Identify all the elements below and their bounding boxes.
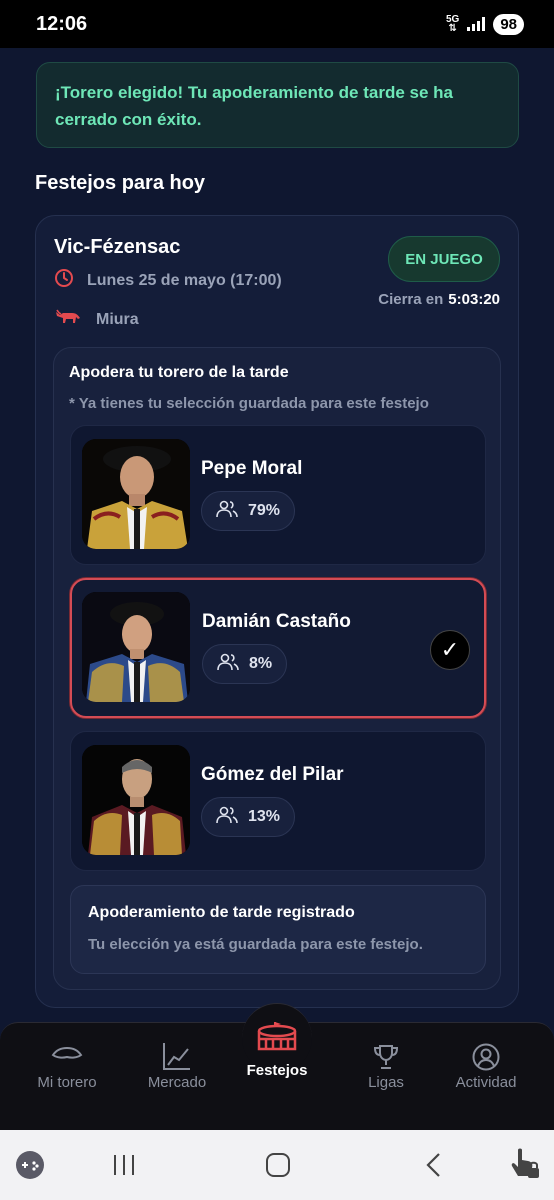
touch-lock-icon[interactable] (508, 1146, 540, 1185)
torero-photo (82, 592, 190, 702)
nav-label: Mercado (147, 1074, 207, 1091)
nav-label: Ligas (368, 1074, 404, 1091)
torero-photo (82, 439, 190, 549)
event-name: Vic-Fézensac (54, 236, 181, 258)
percent-value: 13% (248, 808, 281, 825)
nav-ligas[interactable]: Ligas (331, 1023, 441, 1131)
bottom-nav: Mi torero Mercado Festejos Ligas Activid… (0, 1003, 554, 1131)
percent-badge: 79% (201, 491, 296, 531)
recents-icon[interactable] (112, 1153, 136, 1182)
users-icon (216, 500, 238, 523)
network-5g-icon: 5G ⇅ (445, 14, 460, 34)
torero-name: Damián Castaño (202, 611, 351, 632)
network-label: 5G (445, 14, 460, 25)
signal-icon (467, 17, 486, 31)
pick-note: * Ya tienes tu selección guardada para e… (69, 395, 429, 412)
percent-value: 79% (248, 502, 281, 519)
event-date: Lunes 25 de mayo (17:00) (87, 271, 282, 289)
nav-label: Actividad (455, 1074, 517, 1091)
nav-label: Festejos (246, 1062, 308, 1079)
event-breed-row: Miura (54, 308, 139, 331)
torero-name: Pepe Moral (201, 458, 303, 479)
nav-actividad[interactable]: Actividad (431, 1023, 541, 1131)
torero-card-gomez-del-pilar[interactable]: Gómez del Pilar 13% (70, 731, 486, 871)
torero-name: Gómez del Pilar (201, 764, 344, 785)
status-time: 12:06 (36, 12, 88, 35)
percent-badge: 8% (202, 644, 288, 684)
event-date-row: Lunes 25 de mayo (17:00) (54, 268, 282, 293)
battery-icon: 98 (493, 13, 524, 35)
registered-box: Apoderamiento de tarde registrado Tu ele… (70, 885, 486, 974)
percent-value: 8% (249, 655, 273, 672)
users-icon (216, 806, 238, 829)
nav-label: Mi torero (37, 1074, 97, 1091)
torero-photo (82, 745, 190, 855)
bullring-icon (257, 1021, 297, 1060)
clock-icon (54, 268, 74, 293)
section-title: Festejos para hoy (35, 172, 206, 194)
nav-festejos[interactable]: Festejos (222, 1021, 332, 1131)
bull-icon (54, 308, 82, 331)
back-icon[interactable] (424, 1152, 444, 1183)
closes-row: Cierra en 5:03:20 (378, 291, 500, 308)
status-icons: 5G ⇅ 98 (445, 13, 524, 35)
users-icon (217, 653, 239, 676)
nav-mi-torero[interactable]: Mi torero (12, 1023, 122, 1131)
success-banner-text: ¡Torero elegido! Tu apoderamiento de tar… (55, 83, 453, 129)
gamepad-icon[interactable] (15, 1150, 45, 1185)
trophy-icon (372, 1043, 400, 1076)
pick-title: Apodera tu torero de la tarde (69, 364, 289, 381)
countdown: 5:03:20 (448, 291, 500, 308)
system-nav-bar (0, 1130, 554, 1200)
event-breed: Miura (96, 310, 139, 328)
status-bar: 12:06 5G ⇅ 98 (0, 0, 554, 48)
torero-card-pepe-moral[interactable]: Pepe Moral 79% (70, 425, 486, 565)
success-banner: ¡Torero elegido! Tu apoderamiento de tar… (36, 62, 519, 148)
nav-mercado[interactable]: Mercado (122, 1023, 232, 1131)
torero-card-damian-castano[interactable]: Damián Castaño 8% ✓ (70, 578, 486, 718)
pick-panel: Apodera tu torero de la tarde * Ya tiene… (53, 347, 501, 990)
percent-badge: 13% (201, 797, 296, 837)
hat-icon (51, 1045, 83, 1066)
registered-title: Apoderamiento de tarde registrado (88, 904, 355, 921)
closes-label: Cierra en (378, 291, 444, 308)
registered-text: Tu elección ya está guardada para este f… (88, 936, 423, 953)
event-card: Vic-Fézensac Lunes 25 de mayo (17:00) Mi… (35, 215, 519, 1008)
chart-icon (162, 1041, 192, 1076)
user-icon (472, 1043, 500, 1076)
home-icon[interactable] (265, 1152, 291, 1183)
status-badge: EN JUEGO (388, 236, 500, 282)
check-icon: ✓ (430, 630, 470, 670)
